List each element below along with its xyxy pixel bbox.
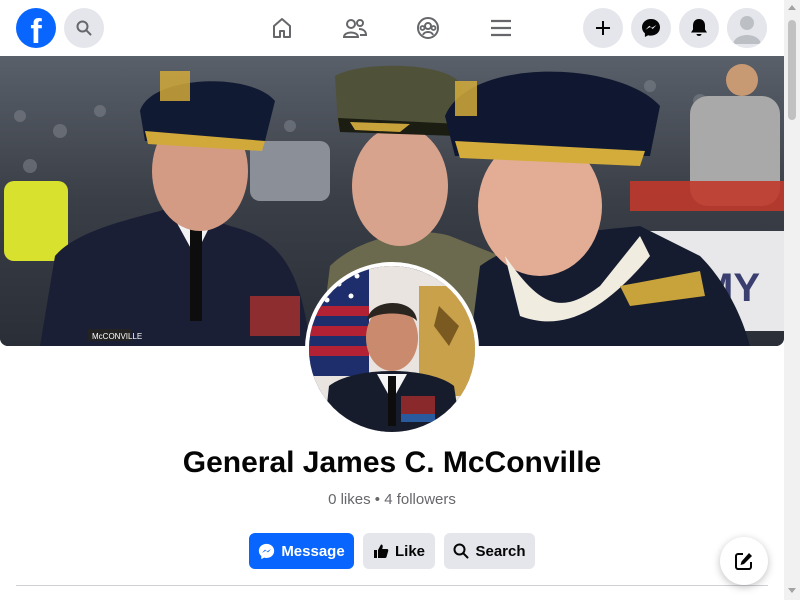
thumbs-up-icon <box>373 544 389 558</box>
messenger-icon <box>642 19 660 37</box>
message-button-label: Message <box>281 542 345 560</box>
scroll-up-arrow-icon[interactable] <box>788 5 796 10</box>
scroll-down-arrow-icon[interactable] <box>788 588 796 593</box>
messenger-button[interactable] <box>631 8 671 48</box>
scrollbar-thumb[interactable] <box>788 20 796 120</box>
nav-menu[interactable] <box>485 12 517 44</box>
avatar-icon <box>727 8 767 48</box>
logo-letter: f <box>30 13 42 48</box>
menu-icon <box>491 19 511 37</box>
create-button[interactable] <box>583 8 623 48</box>
profile-picture[interactable] <box>305 262 479 436</box>
bell-icon <box>691 19 707 36</box>
profile-picture-image <box>309 266 475 432</box>
section-divider <box>16 585 768 586</box>
search-page-button[interactable]: Search <box>444 533 535 569</box>
likes-followers-count[interactable]: 0 likes • 4 followers <box>0 491 784 508</box>
search-button[interactable] <box>64 8 104 48</box>
top-navigation-bar: f <box>0 0 784 56</box>
search-icon <box>453 543 469 559</box>
groups-icon <box>417 17 439 39</box>
nav-friends[interactable] <box>339 12 371 44</box>
friends-icon <box>342 19 368 38</box>
like-button[interactable]: Like <box>363 533 435 569</box>
messenger-icon <box>259 543 275 559</box>
account-button[interactable] <box>727 8 767 48</box>
search-icon <box>76 20 92 36</box>
facebook-logo[interactable]: f <box>16 8 56 48</box>
message-button[interactable]: Message <box>249 533 354 569</box>
plus-icon <box>596 21 610 35</box>
new-message-button[interactable] <box>720 537 768 585</box>
cover-name-tag: McCONVILLE <box>92 332 142 341</box>
page-title: General James C. McConville <box>182 446 602 479</box>
page-scrollbar[interactable] <box>784 0 800 600</box>
nav-groups[interactable] <box>412 12 444 44</box>
nav-home[interactable] <box>266 12 298 44</box>
search-button-label: Search <box>475 542 526 560</box>
notifications-button[interactable] <box>679 8 719 48</box>
compose-icon <box>735 553 752 570</box>
home-icon <box>273 18 291 38</box>
like-button-label: Like <box>394 542 425 560</box>
